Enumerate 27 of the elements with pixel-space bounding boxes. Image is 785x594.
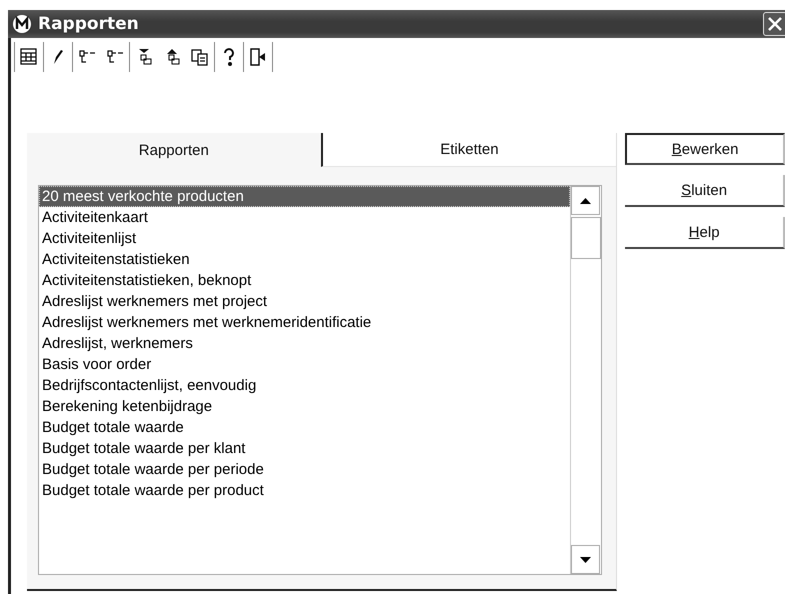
- dialog-button[interactable]: Sluiten: [625, 175, 785, 207]
- list-item[interactable]: Budget totale waarde per klant: [39, 438, 570, 459]
- dialog-button[interactable]: Bewerken: [625, 133, 785, 165]
- list-item[interactable]: Adreslijst werknemers met werknemeridentificatie: [39, 312, 570, 333]
- list-item[interactable]: Adreslijst, werknemers: [39, 333, 570, 354]
- dialog-button[interactable]: Help: [625, 217, 785, 249]
- list-item[interactable]: Bedrijfscontactenlijst, eenvoudig: [39, 375, 570, 396]
- list-item[interactable]: Activiteitenstatistieken, beknopt: [39, 270, 570, 291]
- list-item[interactable]: Basis voor order: [39, 354, 570, 375]
- list-item[interactable]: Budget totale waarde per periode: [39, 459, 570, 480]
- tab[interactable]: Etiketten: [320, 133, 616, 167]
- list-item[interactable]: Berekening ketenbijdrage: [39, 396, 570, 417]
- up-arrow-icon: [580, 198, 592, 204]
- down-arrow-icon: [580, 556, 592, 562]
- window-title: Rapporten: [38, 14, 140, 34]
- list-item[interactable]: Adreslijst werknemers met project: [39, 291, 570, 312]
- list-item[interactable]: 20 meest verkochte producten: [39, 186, 570, 207]
- scrollbar-thumb[interactable]: [571, 217, 602, 259]
- close-button[interactable]: [763, 12, 785, 36]
- scroll-up-button[interactable]: [571, 186, 600, 215]
- list-item[interactable]: Activiteitenlijst: [39, 228, 570, 249]
- list-item[interactable]: Activiteitenstatistieken: [39, 249, 570, 270]
- app-logo-icon: [12, 14, 32, 34]
- scroll-down-button[interactable]: [571, 545, 600, 574]
- list-item[interactable]: Activiteitenkaart: [39, 207, 570, 228]
- list-item[interactable]: Budget totale waarde: [39, 417, 570, 438]
- list-item[interactable]: Budget totale waarde per product: [39, 480, 570, 501]
